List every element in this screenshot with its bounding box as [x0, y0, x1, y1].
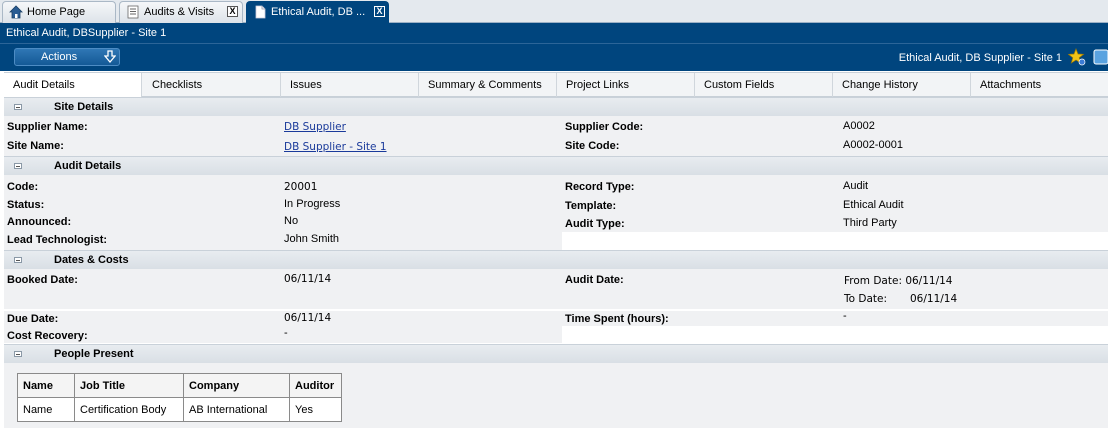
lead-technologist-value: John Smith	[284, 233, 340, 245]
site-details-body	[4, 116, 1108, 156]
download-arrow-icon	[103, 50, 117, 64]
empty-cell	[562, 232, 1108, 250]
time-spent-value: -	[843, 310, 847, 322]
home-icon	[9, 5, 23, 19]
collapse-icon[interactable]	[14, 104, 22, 110]
audit-details-panel: Site Details Supplier Name: DB Supplier …	[4, 97, 1108, 428]
code-label: Code:	[7, 181, 39, 193]
site-name-link[interactable]: DB Supplier - Site 1	[284, 141, 387, 153]
lead-technologist-label: Lead Technologist:	[7, 234, 108, 246]
tab-checklists[interactable]: Checklists	[143, 73, 281, 97]
tab-summary-comments[interactable]: Summary & Comments	[419, 73, 557, 97]
audit-type-label: Audit Type:	[565, 218, 625, 230]
audit-type-value: Third Party	[843, 217, 897, 229]
column-header-job-title[interactable]: Job Title	[74, 373, 184, 398]
document-icon	[253, 5, 267, 19]
audit-date-label: Audit Date:	[565, 274, 624, 286]
time-spent-label: Time Spent (hours):	[565, 313, 669, 325]
people-present-table: Name Job Title Company Auditor Name Cert…	[17, 373, 342, 422]
collapse-icon[interactable]	[14, 257, 22, 263]
close-tab-icon[interactable]: X	[227, 6, 238, 17]
close-tab-icon[interactable]: X	[374, 6, 385, 17]
site-code-value: A0002-0001	[843, 139, 903, 151]
tab-audit-details[interactable]: Audit Details	[4, 73, 142, 97]
document-tab-strip: Home Page Audits & Visits X Ethical Audi…	[0, 0, 1108, 24]
action-bar: Actions Ethical Audit, DB Supplier - Sit…	[0, 43, 1108, 71]
people-present-header[interactable]: People Present	[4, 344, 1108, 363]
audit-details-header[interactable]: Audit Details	[4, 156, 1108, 175]
section-title: Site Details	[54, 101, 114, 113]
tab-ethical-audit[interactable]: Ethical Audit, DB ... X	[246, 1, 389, 24]
column-header-name[interactable]: Name	[17, 373, 75, 398]
site-name-label: Site Name:	[7, 140, 64, 152]
collapse-icon[interactable]	[14, 163, 22, 169]
supplier-name-label: Supplier Name:	[7, 121, 88, 133]
record-type-value: Audit	[843, 180, 869, 192]
record-subtabs: Audit Details Checklists Issues Summary …	[4, 72, 1108, 97]
side-panel-icon[interactable]	[1092, 48, 1108, 66]
column-header-company[interactable]: Company	[183, 373, 290, 398]
tab-audits-visits[interactable]: Audits & Visits X	[119, 1, 243, 23]
template-label: Template:	[565, 200, 617, 212]
section-title: Dates & Costs	[54, 254, 129, 266]
code-value: 20001	[284, 181, 318, 193]
table-header-row: Name Job Title Company Auditor	[17, 373, 342, 398]
cost-recovery-label: Cost Recovery:	[7, 330, 88, 342]
due-date-label: Due Date:	[7, 313, 59, 325]
site-details-header[interactable]: Site Details	[4, 97, 1108, 116]
supplier-name-link[interactable]: DB Supplier	[284, 121, 346, 133]
section-title: People Present	[54, 348, 134, 360]
supplier-code-value: A0002	[843, 120, 875, 132]
tab-issues[interactable]: Issues	[281, 73, 419, 97]
favorite-star-icon[interactable]	[1067, 48, 1086, 66]
cell-auditor: Yes	[289, 397, 342, 422]
record-title: Ethical Audit, DB Supplier - Site 1	[898, 52, 1062, 64]
actions-label: Actions	[41, 51, 78, 63]
to-date-value: 06/11/14	[910, 293, 958, 305]
collapse-icon[interactable]	[14, 351, 22, 357]
cell-name: Name	[17, 397, 75, 422]
tab-custom-fields[interactable]: Custom Fields	[695, 73, 833, 97]
dates-costs-header[interactable]: Dates & Costs	[4, 250, 1108, 269]
cell-job-title: Certification Body	[74, 397, 184, 422]
tab-change-history[interactable]: Change History	[833, 73, 971, 97]
template-value: Ethical Audit	[843, 199, 904, 211]
due-date-value: 06/11/14	[284, 312, 332, 324]
record-title-bar: Ethical Audit, DBSupplier - Site 1	[0, 23, 1108, 43]
from-date-value: From Date: 06/11/14	[844, 275, 953, 287]
site-code-label: Site Code:	[565, 140, 620, 152]
status-label: Status:	[7, 199, 45, 211]
status-value: In Progress	[284, 198, 341, 210]
to-date-label: To Date:	[844, 293, 888, 305]
row-divider	[4, 309, 1108, 311]
announced-value: No	[284, 215, 299, 227]
tab-label: Ethical Audit, DB ...	[271, 6, 366, 18]
section-title: Audit Details	[54, 160, 122, 172]
announced-label: Announced:	[7, 216, 72, 228]
record-type-label: Record Type:	[565, 181, 635, 193]
cost-recovery-value: -	[284, 327, 288, 339]
tab-project-links[interactable]: Project Links	[557, 73, 695, 97]
empty-cell	[562, 326, 1108, 343]
booked-date-label: Booked Date:	[7, 274, 78, 286]
cell-company: AB International	[183, 397, 290, 422]
tab-label: Home Page	[27, 6, 86, 18]
tab-label: Audits & Visits	[144, 6, 215, 18]
booked-date-value: 06/11/14	[284, 273, 332, 285]
tab-home-page[interactable]: Home Page	[2, 1, 116, 23]
supplier-code-label: Supplier Code:	[565, 121, 644, 133]
tab-attachments[interactable]: Attachments	[971, 73, 1108, 97]
column-header-auditor[interactable]: Auditor	[289, 373, 342, 398]
list-document-icon	[126, 5, 140, 19]
table-row[interactable]: Name Certification Body AB International…	[17, 397, 342, 422]
actions-button[interactable]: Actions	[14, 48, 120, 66]
